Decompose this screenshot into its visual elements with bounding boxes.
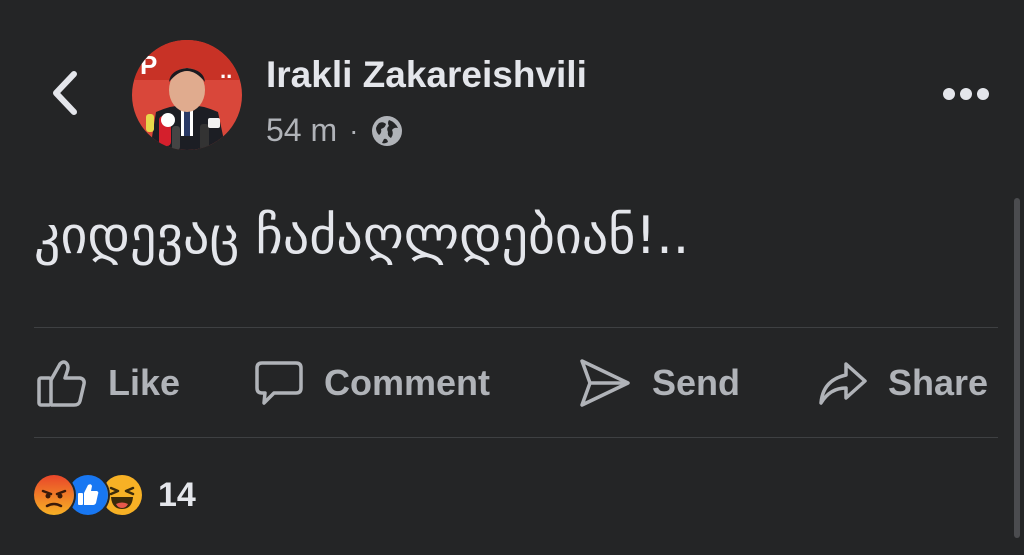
post-time[interactable]: 54 m: [266, 112, 337, 149]
chevron-left-icon: [53, 71, 77, 115]
avatar-photo: P ..: [132, 40, 242, 150]
reactions-summary[interactable]: 14: [32, 472, 196, 518]
send-paper-plane-icon: [580, 359, 630, 407]
svg-text:..: ..: [220, 58, 232, 83]
post-actions-bar: Like Comment Send Share: [0, 328, 1024, 438]
like-label: Like: [108, 362, 181, 403]
thumbs-up-icon: [37, 360, 86, 407]
divider-bottom: [34, 437, 998, 438]
post-meta: 54 m ·: [266, 112, 404, 149]
back-button[interactable]: [38, 66, 92, 120]
reaction-count[interactable]: 14: [158, 476, 196, 515]
like-button[interactable]: Like: [36, 356, 180, 410]
send-label: Send: [652, 362, 741, 403]
svg-text:P: P: [140, 50, 157, 80]
scrollbar[interactable]: [1014, 198, 1020, 538]
more-horizontal-icon: [943, 88, 989, 100]
globe-icon[interactable]: [370, 114, 404, 148]
comment-bubble-icon: [255, 361, 303, 405]
author-name[interactable]: Irakli Zakareishvili: [266, 54, 587, 96]
share-button[interactable]: Share: [818, 356, 988, 410]
more-options-button[interactable]: [934, 72, 998, 116]
angry-icon: [32, 473, 76, 517]
avatar[interactable]: P ..: [132, 40, 242, 150]
post-text: კიდევაც ჩაძაღლდებიან!..: [34, 206, 690, 266]
post-screen: P .. Irakli Zakareishvili 54 m · კიდევაც…: [0, 0, 1024, 555]
send-button[interactable]: Send: [578, 356, 740, 410]
share-arrow-icon: [819, 362, 867, 405]
comment-label: Comment: [324, 362, 491, 403]
share-label: Share: [888, 362, 989, 403]
meta-separator: ·: [349, 114, 359, 146]
comment-button[interactable]: Comment: [254, 356, 490, 410]
